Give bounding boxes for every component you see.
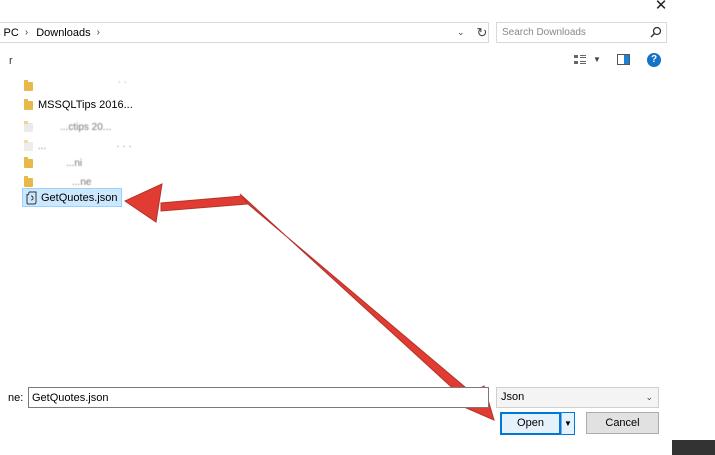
preview-pane-icon[interactable] [617, 54, 630, 65]
file-name: ... [38, 140, 47, 152]
search-input[interactable]: Search Downloads [496, 22, 667, 43]
chevron-down-icon: ⌄ [645, 392, 653, 402]
double-headed-arrow [123, 183, 495, 421]
close-icon[interactable]: ✕ [651, 0, 671, 14]
list-item[interactable]: ˙ ˙ [24, 77, 127, 95]
file-name: ...ne [72, 176, 92, 188]
breadcrumb-this-pc[interactable]: s PC [0, 27, 22, 39]
filetype-select[interactable]: Json ⌄ [496, 387, 659, 408]
list-item-selected[interactable]: GetQuotes.json [22, 188, 123, 207]
search-icon[interactable] [650, 26, 662, 38]
folder-icon [24, 79, 33, 91]
file-name: MSSQLTips 2016... [38, 99, 133, 111]
help-icon[interactable]: ? [647, 53, 661, 67]
file-name: ...ni [66, 157, 83, 169]
folder-icon [24, 139, 33, 151]
open-options-dropdown[interactable]: ▼ [561, 412, 575, 435]
background-window-edge [672, 440, 715, 455]
folder-icon [24, 98, 33, 110]
view-options-icon[interactable] [573, 53, 587, 67]
search-placeholder: Search Downloads [502, 27, 586, 38]
folder-icon [24, 175, 33, 187]
list-item[interactable]: ...ctips 20... [24, 118, 111, 136]
file-name: ...ctips 20... [60, 121, 112, 133]
file-name: GetQuotes.json [41, 191, 118, 204]
filename-field[interactable] [28, 387, 489, 408]
breadcrumb-downloads[interactable]: Downloads [31, 27, 93, 39]
breadcrumb-separator-icon[interactable]: › [22, 27, 31, 38]
folder-icon [24, 156, 33, 168]
folder-icon [24, 120, 33, 132]
list-item[interactable]: ...ni [24, 154, 82, 172]
address-bar[interactable]: s PC › Downloads › [0, 22, 489, 43]
breadcrumb-separator-icon[interactable]: › [94, 27, 103, 38]
cancel-button[interactable]: Cancel [586, 412, 659, 434]
list-item[interactable]: ... · · · [24, 137, 132, 155]
filename-label: ne: [8, 392, 24, 404]
view-dropdown-icon[interactable]: ▼ [593, 55, 601, 64]
list-item[interactable]: MSSQLTips 2016... [24, 96, 133, 114]
address-history-dropdown-icon[interactable]: ⌄ [457, 27, 465, 38]
json-file-icon [26, 191, 37, 204]
filetype-value: Json [501, 391, 525, 403]
refresh-icon[interactable]: ↻ [473, 24, 491, 42]
open-button[interactable]: Open [500, 412, 561, 435]
sidebar-stub-label: r [9, 55, 13, 67]
